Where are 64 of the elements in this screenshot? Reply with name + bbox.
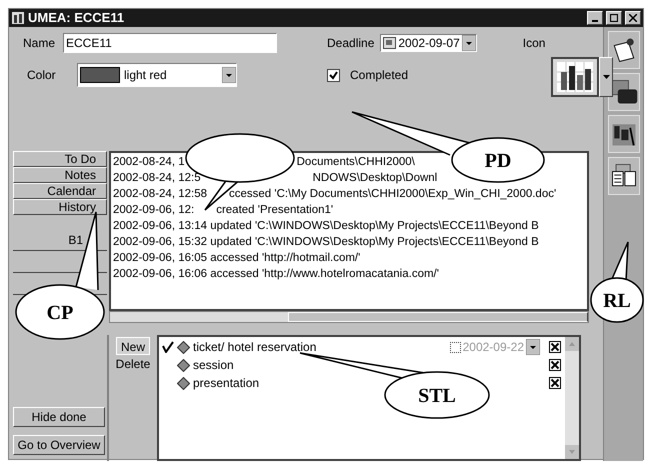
- maximize-icon: [610, 14, 618, 22]
- deadline-field[interactable]: 2002-09-07: [380, 34, 477, 52]
- dropdown-arrow-icon[interactable]: [222, 67, 236, 83]
- close-icon: [629, 14, 637, 22]
- history-entry: NDOWS\Desktop\Downl: [312, 171, 438, 186]
- side-tab[interactable]: Notes: [13, 167, 107, 183]
- dropdown-arrow-icon[interactable]: [462, 35, 476, 51]
- history-entry: 2002-08-24, 12:5: [113, 171, 201, 186]
- task-button[interactable]: New: [116, 337, 150, 355]
- dropdown-arrow-icon[interactable]: [526, 339, 540, 355]
- delete-icon[interactable]: [549, 359, 561, 371]
- icon-picker[interactable]: [551, 57, 599, 97]
- history-entry: ccessed 'C:\My Documents\CHHI2000\Exp_Win_CHI_2000.doc': [229, 187, 556, 202]
- callout-label: CP: [46, 302, 74, 324]
- app-icon: [11, 11, 25, 25]
- name-label: Name: [23, 35, 56, 52]
- due-date-value: 2002-09-22: [462, 339, 524, 356]
- diamond-icon: [177, 358, 190, 372]
- history-entry: Documents\CHHI2000\: [296, 155, 415, 170]
- icon-dropdown-button[interactable]: [599, 57, 613, 97]
- deadline-label: Deadline: [327, 35, 374, 52]
- diamond-icon: [177, 340, 190, 354]
- delete-icon[interactable]: [549, 377, 561, 389]
- history-entry: 2002-08-24, 12:58: [113, 187, 207, 202]
- check-mark-icon[interactable]: [162, 341, 174, 353]
- side-button[interactable]: Hide done: [13, 407, 105, 427]
- toolbar-button[interactable]: [608, 31, 640, 69]
- side-tab[interactable]: History: [13, 199, 107, 215]
- side-tab[interactable]: To Do: [13, 151, 107, 167]
- name-field[interactable]: ECCE11: [63, 33, 277, 53]
- callout-label: RL: [603, 290, 631, 312]
- completed-checkbox[interactable]: [327, 68, 340, 82]
- callout-label: PD: [484, 150, 512, 172]
- history-entry: 2002-09-06, 12:: [113, 203, 194, 218]
- history-entry: 2002-09-06, 15:32 updated 'C:\WINDOWS\Desktop\My Projects\ECCE11\Beyond B: [113, 235, 539, 250]
- dropdown-arrow-icon: [602, 75, 610, 79]
- history-entry: 2002-09-06, 16:06 accessed 'http://www.hotelromacatania.com/': [113, 267, 439, 282]
- icon-label: Icon: [522, 35, 546, 52]
- history-entry: 2002-09-06, 13:14 updated 'C:\WINDOWS\Desktop\My Projects\ECCE11\Beyond B: [113, 219, 539, 234]
- color-label: Color: [27, 67, 57, 84]
- history-entry: 2002-08-24, 1: [113, 155, 185, 170]
- history-entry: 2002-09-06, 16:05 accessed 'http://hotmail.com/': [113, 251, 360, 266]
- minimize-button[interactable]: [587, 11, 603, 25]
- completed-label: Completed: [350, 67, 408, 84]
- color-dropdown[interactable]: light red: [77, 63, 237, 87]
- horizontal-scrollbar[interactable]: [109, 311, 589, 323]
- task-button[interactable]: Delete: [112, 355, 154, 373]
- close-button[interactable]: [625, 11, 641, 25]
- toolbar-button[interactable]: [608, 157, 640, 195]
- diamond-icon: [177, 376, 190, 390]
- calendar-icon: [383, 37, 396, 49]
- history-entry: created 'Presentation1': [216, 203, 334, 218]
- color-value: light red: [124, 67, 168, 84]
- side-button[interactable]: Go to Overview: [13, 435, 105, 455]
- bar-chart-icon: [557, 62, 593, 92]
- callout-label: STL: [418, 385, 456, 407]
- delete-icon[interactable]: [549, 341, 561, 353]
- task-name[interactable]: ticket/ hotel reservation: [193, 338, 447, 356]
- task-name[interactable]: session: [193, 356, 540, 374]
- maximize-button[interactable]: [606, 11, 622, 25]
- deadline-value: 2002-09-07: [398, 35, 460, 52]
- toolbar-button[interactable]: [608, 115, 640, 153]
- side-tab[interactable]: Calendar: [13, 183, 107, 199]
- window-title: UMEA: ECCE11: [28, 9, 126, 28]
